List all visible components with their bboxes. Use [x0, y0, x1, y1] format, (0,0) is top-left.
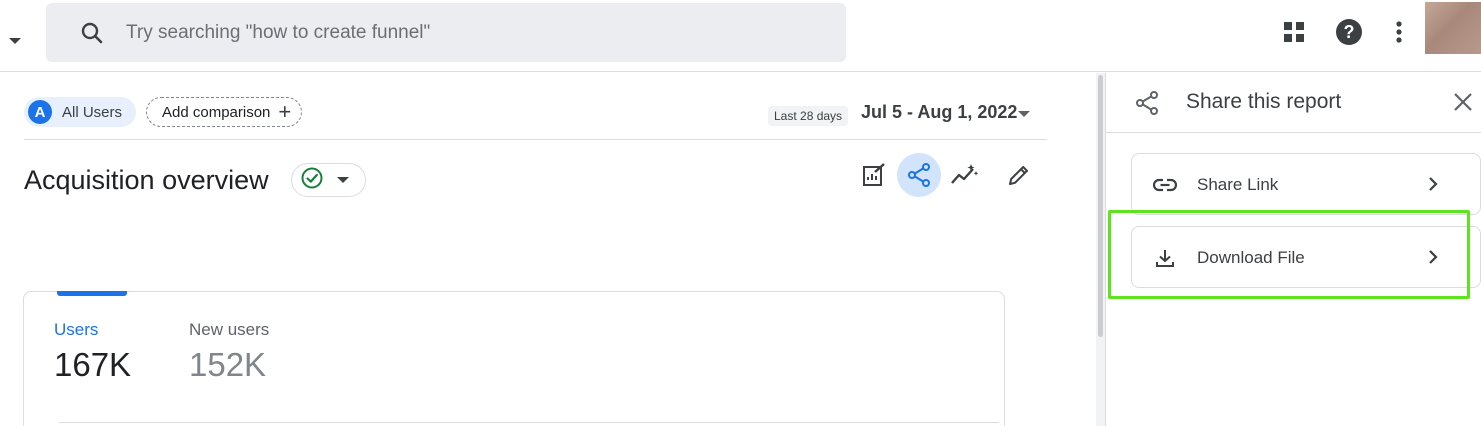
add-comparison-button[interactable]: Add comparison +	[146, 97, 303, 127]
close-icon[interactable]	[1452, 91, 1474, 118]
main-scrollbar[interactable]	[1096, 73, 1105, 426]
date-preset-badge: Last 28 days	[768, 106, 849, 126]
search-input[interactable]	[126, 3, 826, 62]
chevron-right-icon	[1426, 173, 1440, 200]
metric-users-tab[interactable]: Users 167K	[54, 320, 131, 384]
top-bar: ?	[0, 0, 1481, 72]
insights-icon[interactable]	[942, 153, 986, 197]
help-icon[interactable]: ?	[1335, 18, 1363, 46]
chevron-right-icon	[1426, 246, 1440, 273]
share-link-option[interactable]: Share Link	[1131, 153, 1481, 215]
divider	[59, 422, 999, 423]
link-icon	[1153, 173, 1177, 197]
more-vert-icon[interactable]	[1385, 18, 1413, 46]
share-panel-title: Share this report	[1186, 90, 1342, 113]
pencil-icon[interactable]	[997, 153, 1041, 197]
download-icon	[1153, 246, 1177, 270]
chevron-down-icon	[337, 177, 349, 183]
share-icon[interactable]	[897, 153, 941, 197]
share-panel: Share this report Share Link Download Fi…	[1105, 73, 1481, 426]
download-file-option[interactable]: Download File	[1131, 226, 1481, 288]
metric-label: New users	[189, 320, 270, 339]
report-main: A All Users Add comparison + Last 28 day…	[0, 73, 1096, 426]
report-status-dropdown[interactable]	[291, 163, 366, 197]
metric-label: Users	[54, 320, 99, 339]
active-tab-indicator	[57, 291, 127, 296]
page-title: Acquisition overview	[24, 165, 269, 195]
share-link-label: Share Link	[1197, 175, 1279, 194]
svg-text:?: ?	[1344, 22, 1355, 42]
scroll-thumb[interactable]	[1098, 75, 1103, 337]
metric-new-users-tab[interactable]: New users 152K	[189, 320, 269, 384]
download-file-label: Download File	[1197, 248, 1305, 267]
plus-icon: +	[278, 99, 292, 124]
avatar[interactable]	[1425, 2, 1481, 54]
property-dropdown-caret-icon[interactable]	[9, 38, 21, 44]
edit-report-icon[interactable]	[852, 153, 896, 197]
add-comparison-label: Add comparison	[162, 103, 271, 121]
metrics-card: Users 167K New users 152K	[23, 291, 1005, 426]
metric-value: 152K	[189, 346, 267, 383]
share-icon	[1134, 90, 1160, 121]
date-range-picker[interactable]: Jul 5 - Aug 1, 2022	[861, 102, 1017, 123]
search-bar[interactable]	[46, 3, 846, 62]
search-icon	[80, 21, 104, 45]
segment-avatar: A	[28, 100, 52, 124]
metric-value: 167K	[54, 346, 132, 383]
divider	[24, 139, 1047, 140]
check-circle-icon	[301, 167, 323, 194]
segment-label: All Users	[62, 103, 123, 121]
date-dropdown-caret-icon[interactable]	[1018, 111, 1030, 117]
apps-grid-icon[interactable]	[1280, 18, 1308, 46]
share-panel-header: Share this report	[1106, 73, 1481, 133]
segment-chip[interactable]: A All Users	[24, 97, 137, 127]
